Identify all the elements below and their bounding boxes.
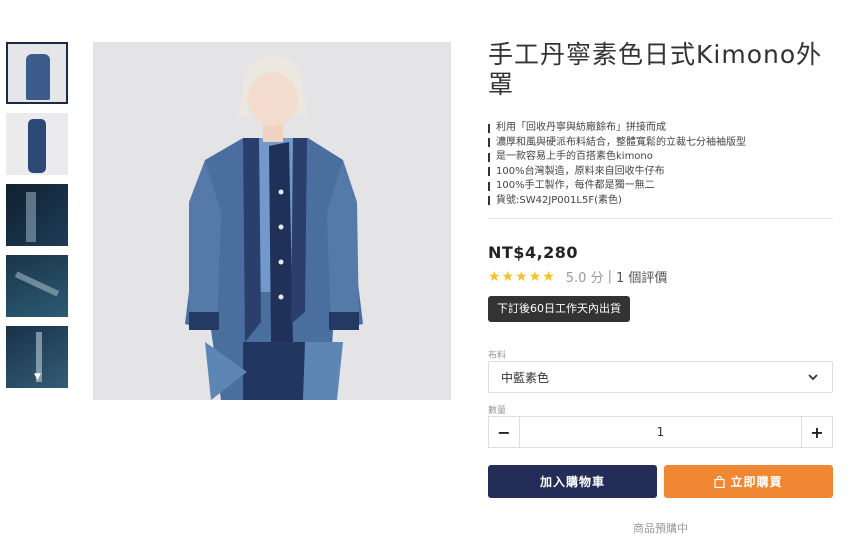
chevron-down-icon[interactable]: ▼ [34,373,41,382]
thumbnail-list: ▼ [6,42,68,397]
fabric-selected-value: 中藍素色 [501,370,550,385]
buy-now-label: 立即購買 [730,475,783,489]
add-to-cart-label: 加入購物車 [539,475,605,489]
review-count-link[interactable]: 1 個評價 [616,267,667,286]
thumbnail-4[interactable] [6,255,68,317]
fabric-select[interactable]: 中藍素色 [488,361,833,393]
quantity-input[interactable]: 1 [520,417,801,447]
rating-summary[interactable]: ★★★★★ 5.0 分 | 1 個評價 [488,267,667,287]
rating-separator: | [607,269,612,284]
thumbnail-2[interactable] [6,113,68,175]
rating-score: 5.0 分 [565,271,604,286]
quantity-increase-button[interactable]: + [801,417,832,447]
product-title: 手工丹寧素色日式Kimono外罩 [488,40,823,99]
feature-item: 100%手工製作，每件都是獨一無二 [488,179,828,194]
feature-item: 利用「回收丹寧與紡廠餘布」拼接而成 [488,121,828,136]
preorder-note: 商品預購中 [633,522,688,535]
chevron-down-icon [808,374,818,381]
fabric-label: 布料 [488,351,507,361]
add-to-cart-button[interactable]: 加入購物車 [488,465,657,498]
product-main-image [93,42,451,400]
feature-item: 是一款容易上手的百搭素色kimono [488,150,828,165]
feature-item: 貨號:SW42JP001L5F(素色) [488,194,828,209]
quantity-label: 數量 [488,406,507,416]
shipping-badge: 下訂後60日工作天內出貨 [488,296,630,322]
quantity-decrease-button[interactable]: − [489,417,520,447]
star-rating-icon: ★★★★★ [488,268,556,285]
feature-list: 利用「回收丹寧與紡廠餘布」拼接而成 濃厚和風與硬派布料結合，整體寬鬆的立裁七分袖… [488,121,828,208]
feature-item: 濃厚和風與硬派布料結合，整體寬鬆的立裁七分袖袖版型 [488,136,828,151]
thumbnail-5[interactable]: ▼ [6,326,68,388]
feature-item: 100%台灣製造，原料來自回收牛仔布 [488,165,828,180]
shopping-bag-icon [714,475,726,488]
thumbnail-3[interactable] [6,184,68,246]
product-price: NT$4,280 [488,243,579,262]
quantity-stepper: − 1 + [488,416,833,448]
thumbnail-1[interactable] [6,42,68,104]
divider [488,218,833,219]
buy-now-button[interactable]: 立即購買 [664,465,833,498]
